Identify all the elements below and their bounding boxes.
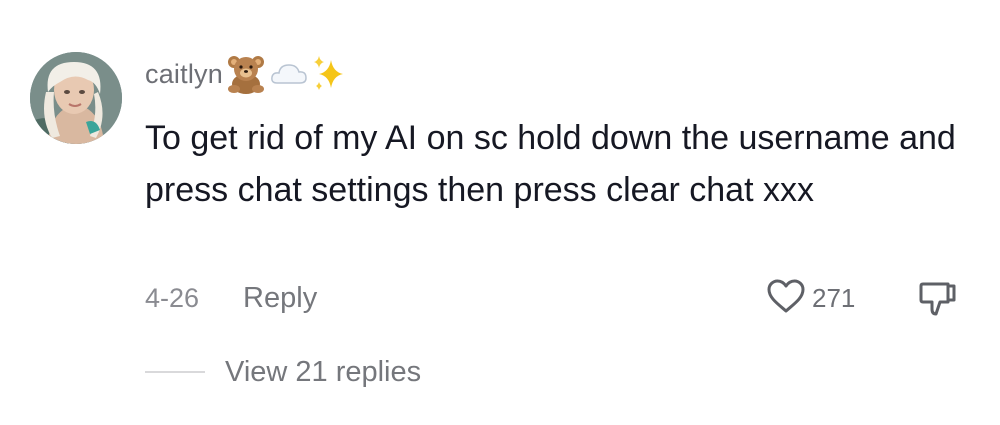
cloud-icon: [269, 59, 309, 89]
view-replies-label: View 21 replies: [225, 355, 422, 388]
username[interactable]: caitlyn: [145, 59, 223, 90]
thumbs-down-icon: [917, 282, 959, 324]
avatar[interactable]: [30, 52, 122, 144]
sparkles-icon: [311, 54, 347, 94]
heart-icon: [766, 278, 806, 319]
like-count: 271: [812, 282, 856, 313]
comment-text: To get rid of my AI on sc hold down the …: [145, 119, 956, 209]
replies-divider: [145, 371, 205, 373]
dislike-button[interactable]: [917, 278, 959, 320]
username-row: caitlyn: [145, 52, 347, 96]
teddy-bear-icon: [225, 54, 267, 94]
like-button[interactable]: 271: [766, 276, 855, 320]
reply-button[interactable]: Reply: [243, 282, 317, 315]
comment-date: 4-26: [145, 282, 200, 313]
view-replies-button[interactable]: View 21 replies: [145, 352, 421, 392]
comment-meta: 4-26 Reply: [145, 276, 317, 320]
